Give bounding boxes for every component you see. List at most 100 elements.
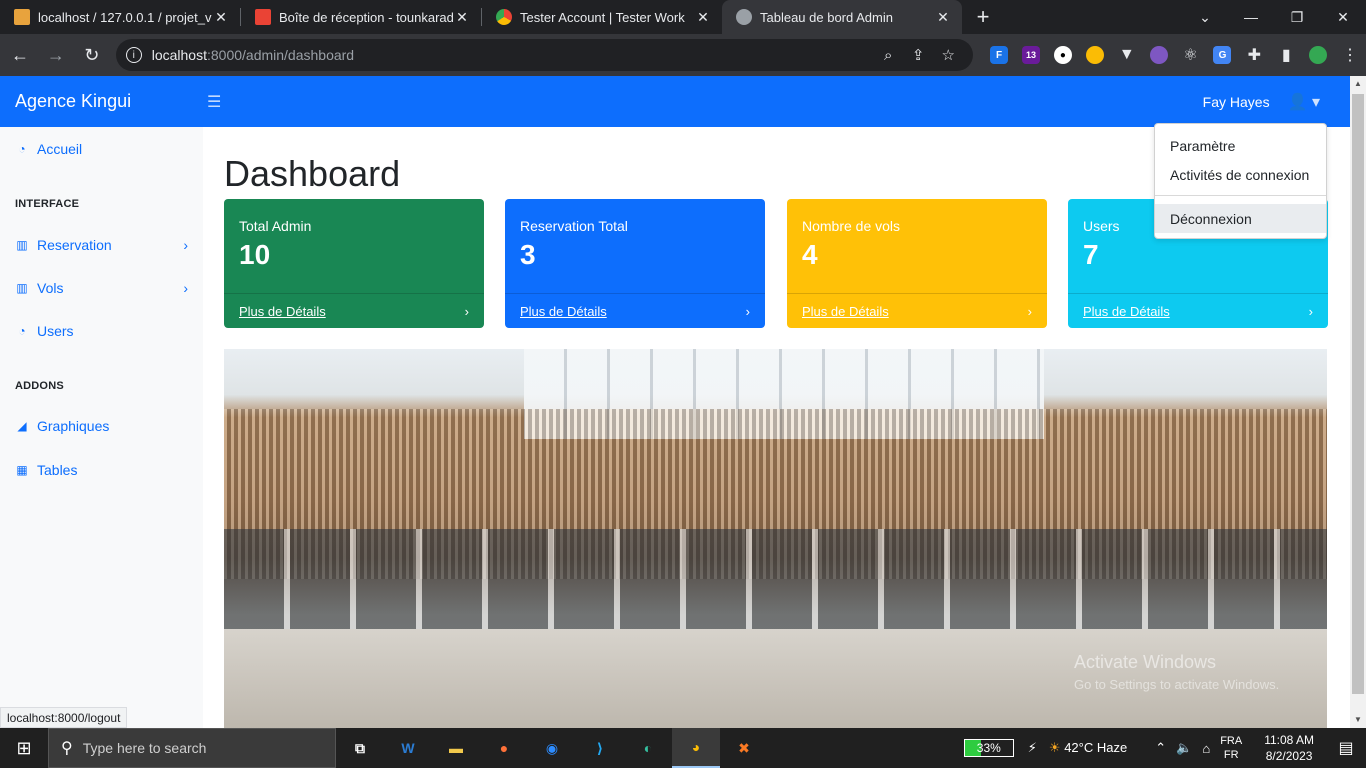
translate-icon[interactable]: G [1207, 39, 1239, 71]
zoom-icon[interactable]: ⌕ [873, 47, 903, 64]
back-icon[interactable]: ← [4, 39, 36, 71]
tab-tester-account[interactable]: Tester Account | Tester Work ✕ [482, 0, 722, 34]
extension-icon[interactable]: 13 [1015, 39, 1047, 71]
keyboard-layout: FR [1223, 749, 1239, 761]
volume-icon[interactable]: 🔈 [1176, 740, 1192, 756]
close-window-icon[interactable]: ✕ [1320, 0, 1366, 34]
dropdown-item-parametre[interactable]: Paramètre [1155, 131, 1326, 160]
columns-icon: ▥ [16, 280, 28, 295]
taskbar-search[interactable]: ⚲ Type here to search [48, 728, 336, 768]
sidebar-item-graphiques[interactable]: ◢ Graphiques [0, 404, 203, 447]
close-icon[interactable]: ✕ [212, 9, 230, 26]
sidebar-toggle-icon[interactable]: ☰ [207, 92, 221, 112]
vscode-icon[interactable]: ⟩ [576, 728, 624, 768]
brand-link[interactable]: Agence Kingui [0, 91, 203, 112]
user-icon[interactable]: 👤 ▾ [1288, 92, 1320, 112]
dropdown-divider [1155, 195, 1326, 196]
browser-toolbar: ← → ↻ i localhost:8000/admin/dashboard ⌕… [0, 34, 1366, 76]
stat-card-nombre-de-vols: Nombre de vols 4 Plus de Détails › [787, 199, 1047, 328]
card-label: Nombre de vols [802, 218, 901, 234]
close-icon[interactable]: ✕ [934, 9, 952, 26]
new-tab-button[interactable]: + [968, 0, 998, 34]
tab-title: Tester Account | Tester Work [520, 9, 685, 25]
sidebar-item-tables[interactable]: ▦ Tables [0, 448, 203, 491]
weather-icon: ☀ [1048, 740, 1061, 755]
address-bar[interactable]: i localhost:8000/admin/dashboard ⌕ ⇪ ☆ [115, 39, 974, 71]
sidebar: ◔ Accueil INTERFACE ▥ Reservation › ▥ Vo… [0, 127, 203, 728]
weather-widget[interactable]: ☀ 42°C Haze [1049, 740, 1127, 756]
xampp-icon[interactable]: ✖ [720, 728, 768, 768]
notification-icon[interactable]: ▤ [1326, 738, 1366, 758]
task-view-icon[interactable]: ⧉ [336, 728, 384, 768]
chrome-taskbar-icon[interactable]: ◕ [672, 728, 720, 768]
tab-dashboard-admin[interactable]: Tableau de bord Admin ✕ [722, 0, 962, 34]
side-panel-icon[interactable]: ▮ [1270, 39, 1302, 71]
scrollbar-thumb[interactable] [1352, 94, 1364, 694]
battery-indicator[interactable]: 33% [963, 739, 1014, 757]
weather-condition: Haze [1096, 740, 1128, 755]
extension-icon[interactable] [1143, 39, 1175, 71]
sidebar-item-label: Users [37, 322, 74, 339]
minimize-icon[interactable]: — [1228, 0, 1274, 34]
temperature: 42°C [1064, 740, 1094, 755]
restore-icon[interactable]: ❐ [1274, 0, 1320, 34]
columns-icon: ▥ [16, 237, 28, 252]
charging-icon: ⚡ [1027, 740, 1037, 755]
clock[interactable]: 11:08 AM 8/2/2023 [1264, 732, 1314, 764]
scroll-down-icon[interactable]: ▼ [1350, 712, 1366, 728]
extension-icon[interactable]: F [983, 39, 1015, 71]
top-navbar: Agence Kingui ☰ Fay Hayes 👤 ▾ [0, 76, 1350, 127]
chrome-icon [496, 9, 512, 25]
details-link[interactable]: Plus de Détails [1083, 304, 1309, 319]
firefox-icon[interactable]: ● [480, 728, 528, 768]
dropdown-item-deconnexion[interactable]: Déconnexion [1155, 204, 1326, 233]
zoom-app-icon[interactable]: ◉ [528, 728, 576, 768]
close-icon[interactable]: ✕ [453, 9, 471, 26]
edge-icon[interactable]: ◐ [624, 728, 672, 768]
forward-icon[interactable]: → [40, 39, 72, 71]
share-icon[interactable]: ⇪ [903, 46, 933, 64]
sidebar-item-users[interactable]: ◔ Users [0, 309, 203, 352]
clock-date: 8/2/2023 [1265, 749, 1313, 763]
chevron-right-icon: › [1027, 303, 1032, 319]
tachometer-icon: ◔ [18, 323, 26, 338]
details-link[interactable]: Plus de Détails [802, 304, 1028, 319]
globe-icon [736, 9, 752, 25]
bookmark-star-icon[interactable]: ☆ [933, 46, 963, 64]
dropdown-item-activites[interactable]: Activités de connexion [1155, 160, 1326, 189]
sidebar-item-vols[interactable]: ▥ Vols › [0, 266, 203, 309]
chart-area-icon: ◢ [17, 418, 27, 433]
extension-icon[interactable] [1079, 39, 1111, 71]
tab-search-icon[interactable]: ⌄ [1182, 0, 1228, 34]
react-icon[interactable]: ⚛ [1175, 39, 1207, 71]
sidebar-heading-addons: ADDONS [15, 380, 64, 392]
extension-icon[interactable]: ▼ [1111, 39, 1143, 71]
windows-start-icon[interactable]: ⊞ [0, 728, 48, 768]
tab-gmail[interactable]: Boîte de réception - tounkaradiac ✕ [241, 0, 481, 34]
sidebar-item-reservation[interactable]: ▥ Reservation › [0, 223, 203, 266]
extension-icon[interactable]: ● [1047, 39, 1079, 71]
site-info-icon[interactable]: i [125, 47, 142, 63]
puzzle-icon[interactable]: ✚ [1238, 39, 1270, 71]
language-indicator[interactable]: FRA FR [1220, 734, 1242, 762]
word-icon[interactable]: W [384, 728, 432, 768]
page-scrollbar[interactable]: ▲ ▼ [1350, 76, 1366, 728]
reload-icon[interactable]: ↻ [76, 39, 108, 71]
tab-phpmyadmin[interactable]: localhost / 127.0.0.1 / projet_vol / ✕ [0, 0, 240, 34]
profile-avatar[interactable] [1302, 39, 1334, 71]
status-bar-link: localhost:8000/logout [0, 707, 128, 728]
details-link[interactable]: Plus de Détails [239, 304, 465, 319]
card-value: 3 [520, 239, 536, 270]
user-dropdown-menu: Paramètre Activités de connexion Déconne… [1154, 123, 1327, 239]
details-link[interactable]: Plus de Détails [520, 304, 746, 319]
gmail-icon [255, 9, 271, 25]
chevron-up-icon[interactable]: ⌃ [1155, 740, 1166, 756]
file-explorer-icon[interactable]: ▬ [432, 728, 480, 768]
url-path: :8000/admin/dashboard [206, 47, 355, 63]
sidebar-item-accueil[interactable]: ◔ Accueil [0, 127, 203, 170]
menu-icon[interactable]: ⋮ [1334, 39, 1366, 71]
scroll-up-icon[interactable]: ▲ [1350, 76, 1366, 92]
network-icon[interactable]: ⌂ [1202, 741, 1210, 756]
phpmyadmin-icon [14, 9, 30, 25]
close-icon[interactable]: ✕ [694, 9, 712, 26]
